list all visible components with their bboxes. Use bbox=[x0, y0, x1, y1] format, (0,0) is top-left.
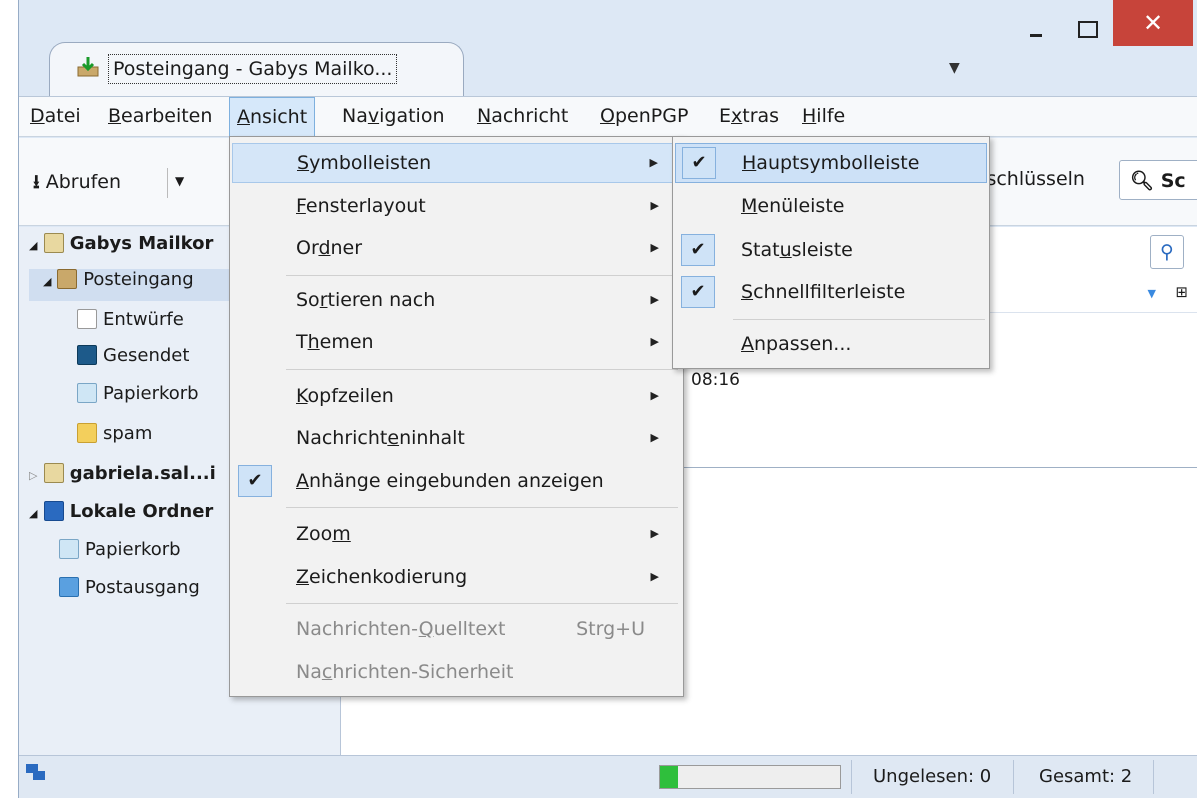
tab-title: Posteingang - Gabys Mailko... bbox=[108, 54, 398, 84]
local-folders-icon bbox=[43, 501, 64, 521]
checkmark-icon: ✔ bbox=[682, 147, 716, 179]
abrufen-label: Abrufen bbox=[45, 171, 122, 193]
menu-item-themen[interactable]: Themen ▶ bbox=[232, 323, 681, 363]
total-count: Gesamt: 2 bbox=[1039, 766, 1133, 787]
checkmark-icon: ✔ bbox=[681, 276, 715, 308]
checkmark-icon: ✔ bbox=[681, 234, 715, 266]
folder-lokale-ordner[interactable]: ◢ Lokale Ordner bbox=[29, 501, 213, 522]
folder-papierkorb[interactable]: Papierkorb bbox=[77, 383, 199, 404]
quick-filter-search-icon[interactable]: ⚲ bbox=[1150, 235, 1184, 269]
mail-account-icon bbox=[43, 233, 64, 253]
unread-count: Ungelesen: 0 bbox=[873, 766, 992, 787]
submenu-arrow-icon: ▶ bbox=[650, 199, 659, 212]
abrufen-button[interactable]: ⭳ Abrufen bbox=[33, 168, 121, 200]
drafts-icon bbox=[77, 309, 97, 329]
menu-item-fensterlayout[interactable]: Fensterlayout ▶ bbox=[232, 187, 681, 227]
search-label: Sc bbox=[1160, 170, 1186, 192]
menu-ansicht[interactable]: Ansicht bbox=[229, 97, 316, 137]
menu-hilfe[interactable]: Hilfe bbox=[795, 97, 852, 137]
sent-icon bbox=[77, 345, 97, 365]
progress-bar bbox=[659, 765, 841, 789]
menu-openpgp[interactable]: OpenPGP bbox=[593, 97, 695, 137]
folder-gesendet[interactable]: Gesendet bbox=[77, 345, 189, 366]
status-separator bbox=[1153, 760, 1154, 794]
menu-item-hauptsymbolleiste[interactable]: ✔ Hauptsymbolleiste bbox=[675, 143, 987, 183]
submenu-arrow-icon: ▶ bbox=[649, 156, 658, 169]
menu-bar: Datei Bearbeiten Ansicht Navigation Nach… bbox=[19, 96, 1197, 137]
submenu-arrow-icon: ▶ bbox=[650, 389, 659, 402]
folder-spam[interactable]: spam bbox=[77, 423, 152, 444]
column-picker-icon[interactable]: ⊞ bbox=[1175, 283, 1188, 301]
expand-icon[interactable]: ◢ bbox=[43, 275, 51, 288]
menu-separator bbox=[286, 507, 678, 508]
submenu-arrow-icon: ▶ bbox=[650, 335, 659, 348]
menu-nachricht[interactable]: Nachricht bbox=[470, 97, 575, 137]
inbox-icon bbox=[76, 55, 100, 84]
menu-item-sortieren[interactable]: Sortieren nach ▶ bbox=[232, 281, 681, 321]
message-time: 08:16 bbox=[691, 370, 740, 390]
folder-lokal-papierkorb[interactable]: Papierkorb bbox=[59, 539, 181, 560]
close-button[interactable]: ✕ bbox=[1113, 0, 1193, 46]
submenu-arrow-icon: ▶ bbox=[650, 293, 659, 306]
folder-account-gaby[interactable]: ◢ Gabys Mailkor bbox=[29, 233, 213, 254]
menu-separator bbox=[286, 603, 678, 604]
submenu-arrow-icon: ▶ bbox=[650, 431, 659, 444]
folder-entwuerfe[interactable]: Entwürfe bbox=[77, 309, 184, 330]
menu-item-zoom[interactable]: Zoom ▶ bbox=[232, 515, 681, 555]
menu-separator bbox=[733, 319, 985, 320]
minimize-button[interactable] bbox=[1011, 0, 1061, 46]
ansicht-menu: Symbolleisten ▶ Fensterlayout ▶ Ordner ▶ So… bbox=[229, 136, 684, 697]
menu-extras[interactable]: Extras bbox=[712, 97, 786, 137]
menu-datei[interactable]: Datei bbox=[23, 97, 88, 137]
menu-item-statusleiste[interactable]: ✔ Statusleiste bbox=[675, 231, 987, 271]
folder-account-gabriela[interactable]: ▷ gabriela.sal...i bbox=[29, 463, 216, 484]
menu-item-menueleiste[interactable]: Menüleiste bbox=[675, 187, 987, 227]
expand-icon[interactable]: ◢ bbox=[29, 239, 37, 252]
menu-item-kopfzeilen[interactable]: Kopfzeilen ▶ bbox=[232, 377, 681, 417]
sort-chevron-icon[interactable]: ▼ bbox=[1148, 287, 1156, 300]
abrufen-dropdown-icon[interactable]: ▼ bbox=[175, 174, 184, 188]
checkmark-icon: ✔ bbox=[238, 465, 272, 497]
collapse-icon[interactable]: ▷ bbox=[29, 469, 37, 482]
menu-bearbeiten[interactable]: Bearbeiten bbox=[101, 97, 219, 137]
submenu-arrow-icon: ▶ bbox=[650, 241, 659, 254]
menu-item-sicherheit[interactable]: Nachrichten-Sicherheit bbox=[232, 653, 681, 693]
search-field[interactable]: 🔍︎ Sc bbox=[1119, 160, 1197, 200]
inbox-icon bbox=[57, 269, 78, 289]
menu-navigation[interactable]: Navigation bbox=[335, 97, 452, 137]
menu-item-symbolleisten[interactable]: Symbolleisten ▶ bbox=[232, 143, 681, 183]
shortcut-label: Strg+U bbox=[576, 618, 645, 640]
download-icon: ⭳ bbox=[33, 171, 40, 193]
online-status-icon[interactable] bbox=[25, 762, 47, 789]
entschluesseln-button[interactable]: tschlüsseln bbox=[979, 168, 1085, 190]
toolbar-separator bbox=[167, 168, 168, 198]
trash-icon bbox=[77, 383, 97, 403]
menu-separator bbox=[286, 275, 678, 276]
menu-separator bbox=[286, 369, 678, 370]
search-icon: 🔍︎ bbox=[1130, 170, 1155, 192]
outbox-icon bbox=[59, 577, 79, 597]
menu-item-ordner[interactable]: Ordner ▶ bbox=[232, 229, 681, 269]
expand-icon[interactable]: ◢ bbox=[29, 507, 37, 520]
menu-item-quelltext[interactable]: Nachrichten-Quelltext Strg+U bbox=[232, 610, 681, 650]
submenu-arrow-icon: ▶ bbox=[650, 527, 659, 540]
menu-item-anhaenge[interactable]: ✔ Anhänge eingebunden anzeigen bbox=[232, 462, 681, 502]
folder-icon bbox=[77, 423, 97, 443]
folder-postausgang[interactable]: Postausgang bbox=[59, 577, 200, 598]
mail-account-icon bbox=[43, 463, 64, 483]
status-bar: Ungelesen: 0 Gesamt: 2 bbox=[19, 755, 1197, 798]
menu-item-zeichenkodierung[interactable]: Zeichenkodierung ▶ bbox=[232, 558, 681, 598]
progress-fill bbox=[660, 766, 678, 788]
trash-icon bbox=[59, 539, 79, 559]
menu-item-nachrichteninhalt[interactable]: Nachrichteninhalt ▶ bbox=[232, 419, 681, 459]
submenu-arrow-icon: ▶ bbox=[650, 570, 659, 583]
symbolleisten-submenu: ✔ Hauptsymbolleiste Menüleiste ✔ Statusl… bbox=[672, 136, 990, 369]
status-separator bbox=[851, 760, 852, 794]
maximize-button[interactable] bbox=[1062, 0, 1112, 46]
menu-item-anpassen[interactable]: Anpassen... bbox=[675, 325, 987, 365]
tab-list-dropdown-icon[interactable]: ▼ bbox=[949, 60, 960, 76]
tab-posteingang[interactable]: Posteingang - Gabys Mailko... bbox=[49, 42, 464, 96]
status-separator bbox=[1013, 760, 1014, 794]
menu-item-schnellfilterleiste[interactable]: ✔ Schnellfilterleiste bbox=[675, 273, 987, 313]
